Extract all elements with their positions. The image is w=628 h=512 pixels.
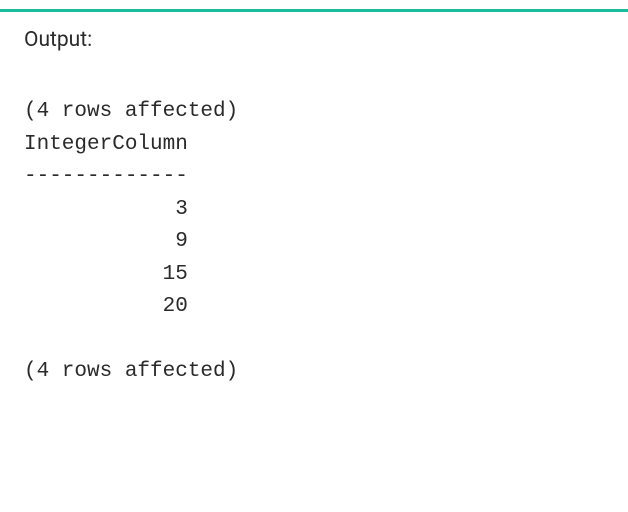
value-row: 9 xyxy=(24,230,188,253)
rows-affected-bottom: (4 rows affected) xyxy=(24,360,238,383)
value-row: 15 xyxy=(24,263,188,286)
column-header: IntegerColumn xyxy=(24,133,188,156)
accent-top-border xyxy=(0,9,628,12)
value-row: 3 xyxy=(24,198,188,221)
console-output: (4 rows affected) IntegerColumn --------… xyxy=(24,96,604,389)
column-separator: ------------- xyxy=(24,165,188,188)
rows-affected-top: (4 rows affected) xyxy=(24,100,238,123)
output-label: Output: xyxy=(24,28,604,52)
value-row: 20 xyxy=(24,295,188,318)
output-block: Output: (4 rows affected) IntegerColumn … xyxy=(0,0,628,389)
